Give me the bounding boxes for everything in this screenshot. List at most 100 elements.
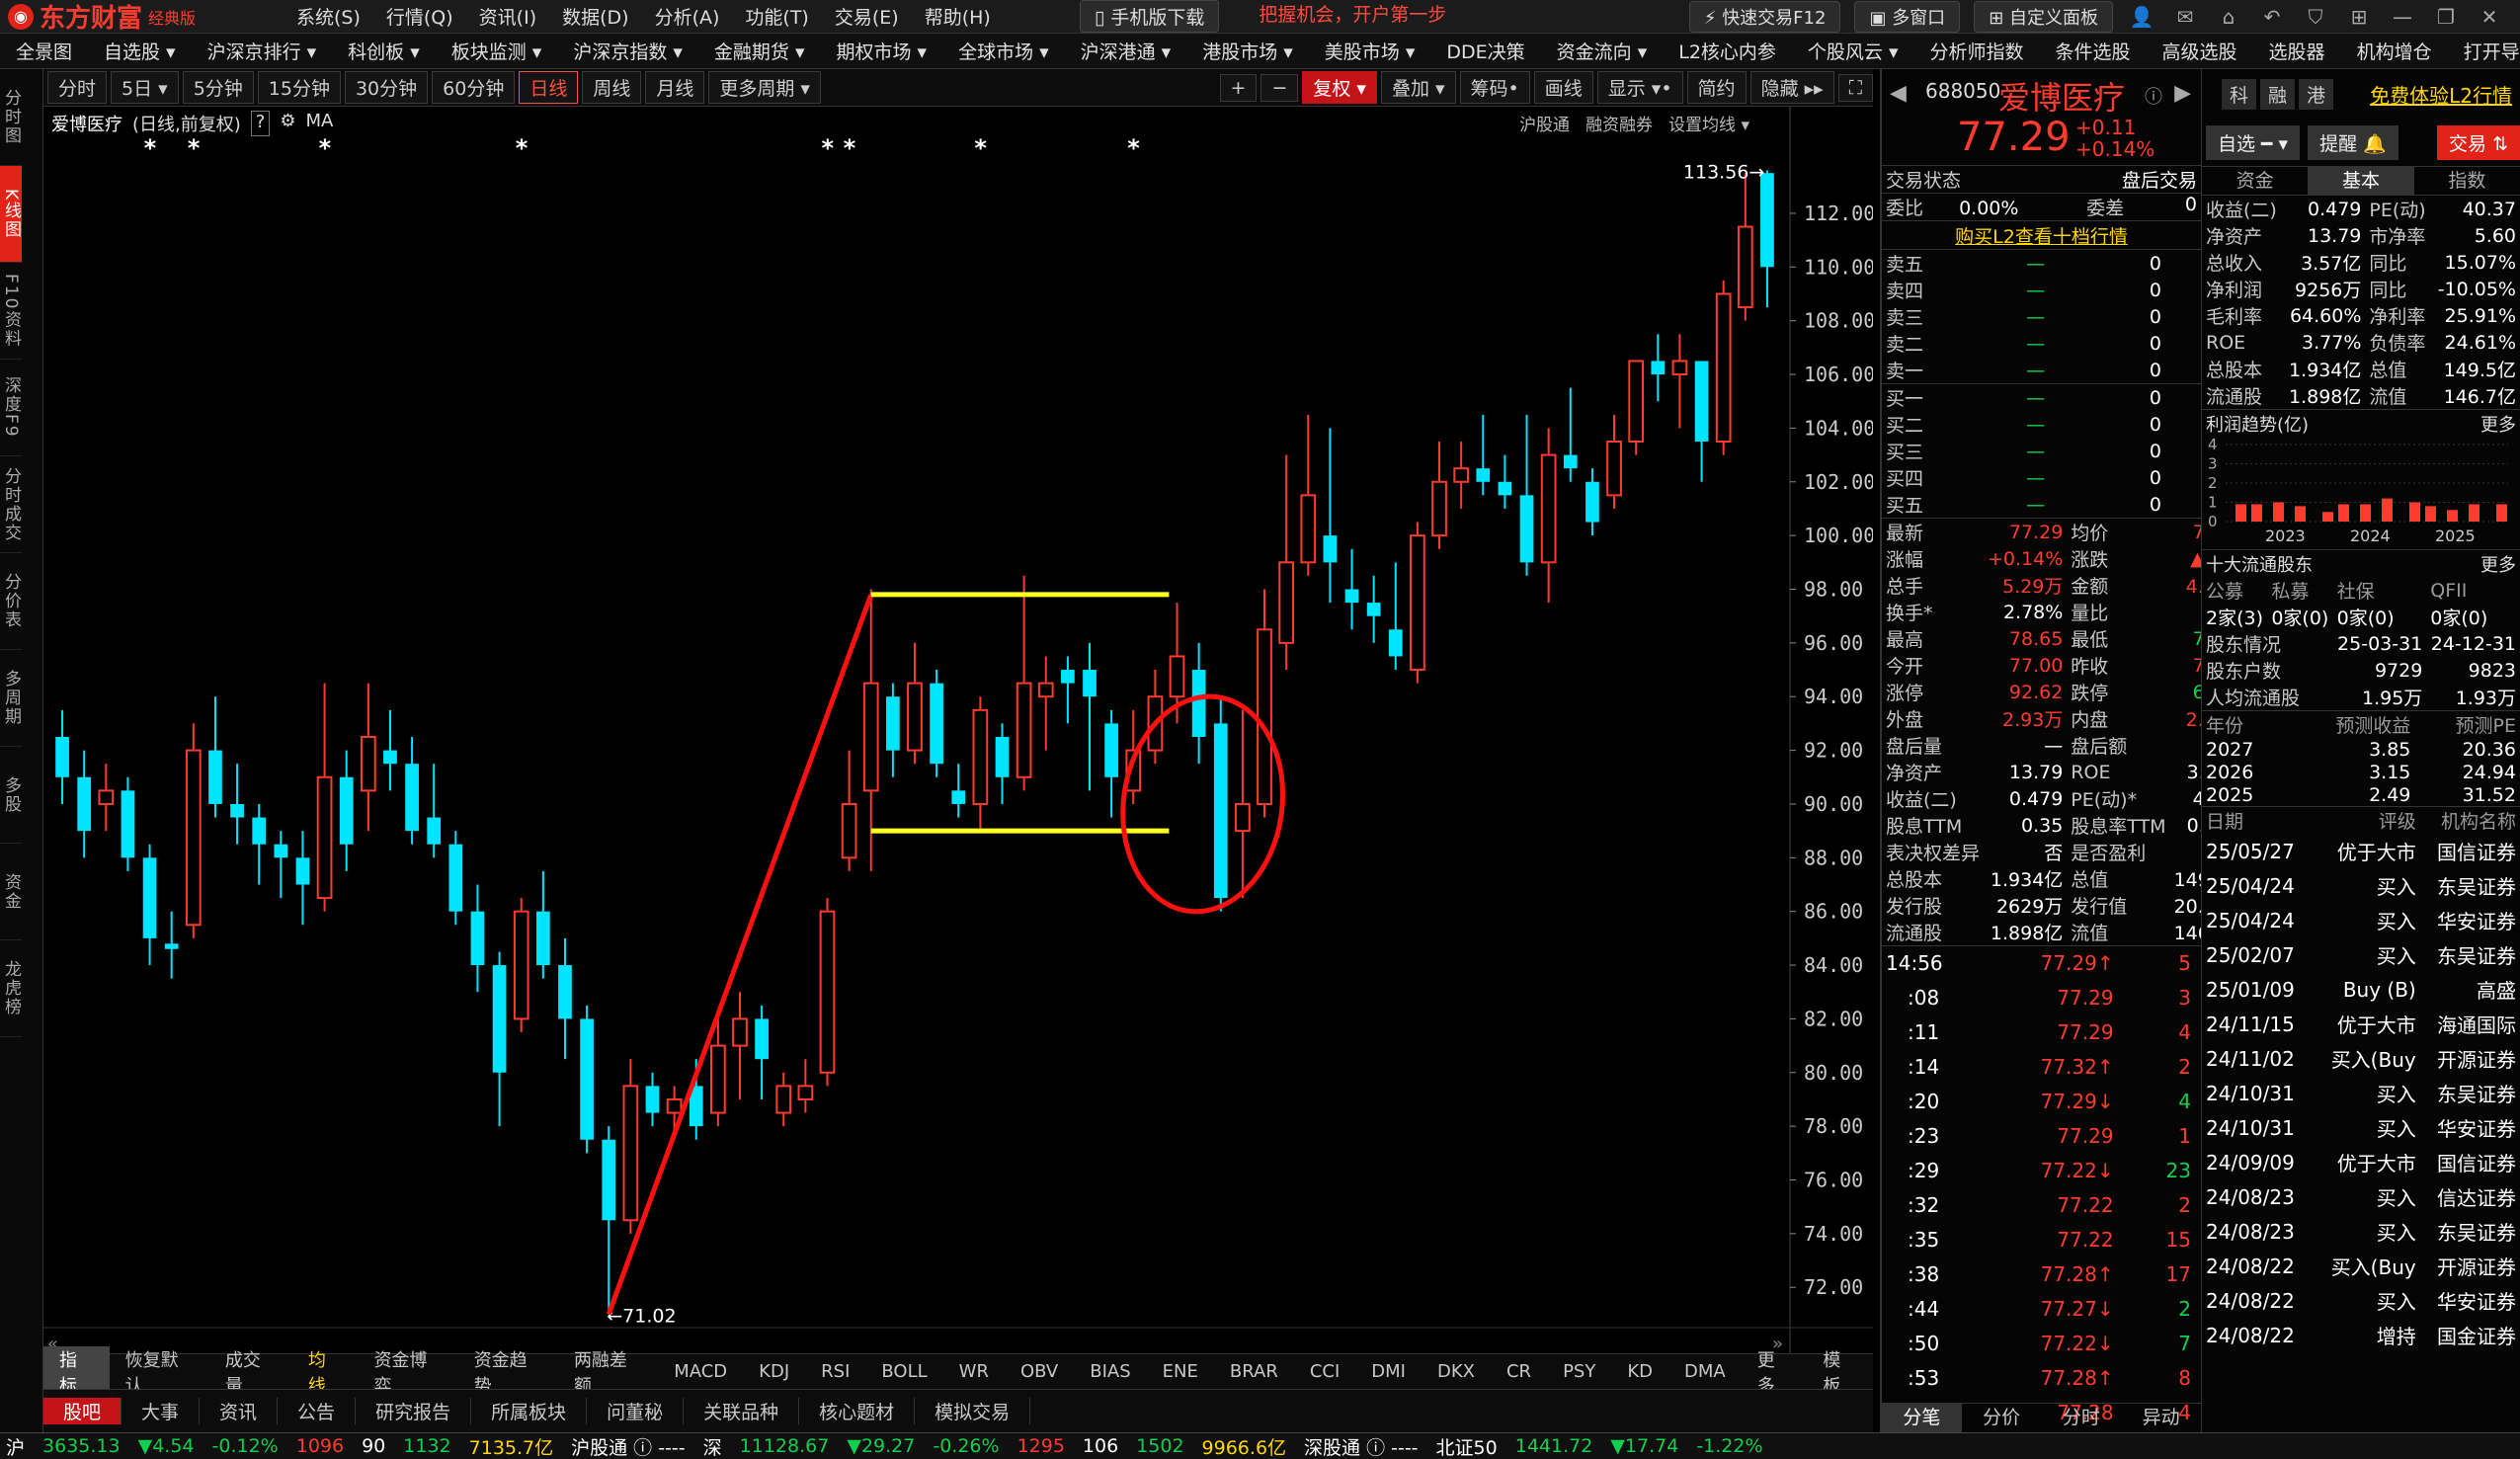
info-icon[interactable]: ⓘ bbox=[2145, 83, 2162, 109]
bottom-tab-4[interactable]: 研究报告 bbox=[356, 1398, 472, 1424]
fund-tab-1[interactable]: 基本 bbox=[2308, 167, 2414, 195]
bottom-tab-2[interactable]: 资讯 bbox=[200, 1398, 279, 1424]
market-btn-2[interactable]: 港 bbox=[2299, 78, 2334, 110]
chart-tool-7[interactable]: 简约 bbox=[1686, 71, 1747, 104]
nav-item-12[interactable]: DDE决策 bbox=[1430, 38, 1540, 64]
tick-tab-1[interactable]: 分价 bbox=[1962, 1404, 2042, 1432]
indicator-tab-21[interactable]: KD bbox=[1611, 1361, 1668, 1382]
indicator-tab-15[interactable]: BRAR bbox=[1214, 1361, 1294, 1382]
fund-tab-0[interactable]: 资金 bbox=[2202, 167, 2308, 195]
nav-item-2[interactable]: 沪深京排行 ▾ bbox=[192, 38, 333, 64]
nav-item-6[interactable]: 金融期货 ▾ bbox=[698, 38, 821, 64]
restore-icon[interactable]: ❐ bbox=[2431, 5, 2461, 29]
market-btn-1[interactable]: 融 bbox=[2260, 78, 2296, 110]
rating-row[interactable]: 24/10/31 买入 华安证券 bbox=[2202, 1110, 2520, 1145]
period-tab-9[interactable]: 更多周期 ▾ bbox=[708, 71, 821, 104]
grid-icon[interactable]: ⊞ bbox=[2344, 5, 2374, 29]
sidebar-item-4[interactable]: 分时成交 bbox=[0, 456, 22, 553]
more-link[interactable]: 更多 bbox=[2480, 411, 2516, 437]
alert-button[interactable]: 提醒 🔔 bbox=[2308, 124, 2398, 160]
custom-panel-button[interactable]: ⊞ 自定义面板 bbox=[1974, 0, 2113, 33]
user-icon[interactable]: 👤 bbox=[2127, 5, 2156, 29]
bottom-tab-6[interactable]: 问董秘 bbox=[587, 1398, 685, 1424]
mobile-download-button[interactable]: ▯ 手机版下载 bbox=[1079, 0, 1220, 33]
nav-item-5[interactable]: 沪深京指数 ▾ bbox=[557, 38, 698, 64]
menu-item-3[interactable]: 数据(D) bbox=[562, 3, 628, 30]
rating-row[interactable]: 25/02/07 买入 东吴证券 bbox=[2202, 937, 2520, 972]
indicator-tab-8[interactable]: KDJ bbox=[743, 1361, 805, 1382]
indicator-tab-18[interactable]: DKX bbox=[1422, 1361, 1491, 1382]
fund-tab-2[interactable]: 指数 bbox=[2414, 167, 2520, 195]
bottom-tab-8[interactable]: 核心题材 bbox=[799, 1398, 916, 1424]
chart-link-0[interactable]: 沪股通 bbox=[1519, 111, 1570, 135]
rating-row[interactable]: 24/08/22 买入 华安证券 bbox=[2202, 1283, 2520, 1318]
rating-row[interactable]: 24/08/23 买入 信达证券 bbox=[2202, 1179, 2520, 1214]
bottom-tab-7[interactable]: 关联品种 bbox=[684, 1398, 800, 1424]
sidebar-item-5[interactable]: 分价表 bbox=[0, 553, 22, 650]
sidebar-item-3[interactable]: 深度F9 bbox=[0, 360, 22, 456]
chart-tool-8[interactable]: 隐藏 ▸▸ bbox=[1749, 71, 1834, 104]
trade-button[interactable]: 交易 ⇅ bbox=[2437, 124, 2520, 160]
period-tab-8[interactable]: 月线 bbox=[645, 71, 705, 104]
multi-window-button[interactable]: ▣ 多窗口 bbox=[1854, 0, 1961, 33]
nav-item-13[interactable]: 资金流向 ▾ bbox=[1541, 38, 1664, 64]
indicator-tab-12[interactable]: OBV bbox=[1005, 1361, 1074, 1382]
bottom-tab-5[interactable]: 所属板块 bbox=[471, 1398, 588, 1424]
nav-item-15[interactable]: 个股风云 ▾ bbox=[1792, 38, 1914, 64]
nav-item-4[interactable]: 板块监测 ▾ bbox=[436, 38, 558, 64]
bottom-tab-1[interactable]: 大事 bbox=[122, 1398, 201, 1424]
nav-item-0[interactable]: 全景图 bbox=[0, 38, 88, 64]
nav-item-19[interactable]: 选股器 bbox=[2253, 38, 2341, 64]
indicator-tab-10[interactable]: BOLL bbox=[865, 1361, 942, 1382]
period-tab-0[interactable]: 分时 bbox=[47, 71, 108, 104]
nav-item-9[interactable]: 沪深港通 ▾ bbox=[1065, 38, 1187, 64]
bottom-tab-0[interactable]: 股吧 bbox=[43, 1398, 122, 1424]
bottom-tab-9[interactable]: 模拟交易 bbox=[915, 1398, 1031, 1424]
period-tab-4[interactable]: 30分钟 bbox=[344, 71, 429, 104]
rating-row[interactable]: 25/04/24 买入 华安证券 bbox=[2202, 903, 2520, 937]
candlestick-chart[interactable]: 72.00 74.00 76.00 78.00 80.00 82.00 84.00 86.00… bbox=[43, 107, 1875, 1354]
sidebar-item-0[interactable]: 分时图 bbox=[0, 69, 22, 166]
nav-item-17[interactable]: 条件选股 bbox=[2040, 38, 2147, 64]
nav-item-3[interactable]: 科创板 ▾ bbox=[332, 38, 436, 64]
chart-tool-9[interactable]: ⛶ bbox=[1837, 73, 1873, 102]
chart-tool-0[interactable]: + bbox=[1219, 73, 1258, 102]
nav-item-16[interactable]: 分析师指数 bbox=[1914, 38, 2040, 64]
chart-link-1[interactable]: 融资融券 bbox=[1585, 111, 1653, 135]
menu-item-7[interactable]: 帮助(H) bbox=[925, 3, 991, 30]
rating-row[interactable]: 25/01/09 Buy (B) 高盛 bbox=[2202, 972, 2520, 1007]
watchlist-button[interactable]: 自选 ━ ▾ bbox=[2206, 124, 2301, 160]
period-tab-3[interactable]: 15分钟 bbox=[257, 71, 341, 104]
chart-tool-1[interactable]: − bbox=[1260, 73, 1299, 102]
home-icon[interactable]: ⌂ bbox=[2214, 5, 2243, 29]
rating-row[interactable]: 24/08/23 买入 东吴证券 bbox=[2202, 1214, 2520, 1249]
period-tab-1[interactable]: 5日 ▾ bbox=[111, 71, 179, 104]
close-icon[interactable]: ✕ bbox=[2475, 5, 2504, 29]
l2-banner[interactable]: 购买L2查看十档行情 bbox=[1882, 220, 2201, 250]
menu-item-4[interactable]: 分析(A) bbox=[655, 3, 720, 30]
promo-link[interactable]: 把握机会，开户第一步 bbox=[1259, 0, 1446, 33]
chart-tool-5[interactable]: 画线 bbox=[1533, 71, 1593, 104]
chart-tool-6[interactable]: 显示 ▾• bbox=[1596, 71, 1683, 104]
chart-tool-2[interactable]: 复权 ▾ bbox=[1302, 71, 1377, 104]
free-l2-link[interactable]: 免费体验L2行情 bbox=[2370, 80, 2520, 109]
nav-item-10[interactable]: 港股市场 ▾ bbox=[1186, 38, 1309, 64]
open-nav-link[interactable]: 打开导航 bbox=[2448, 38, 2520, 64]
nav-item-18[interactable]: 高级选股 bbox=[2147, 38, 2253, 64]
indicator-tab-9[interactable]: RSI bbox=[805, 1361, 865, 1382]
mail-icon[interactable]: ✉ bbox=[2170, 5, 2200, 29]
rating-row[interactable]: 24/11/02 买入(Buy 开源证券 bbox=[2202, 1041, 2520, 1076]
rating-row[interactable]: 24/08/22 增持 国金证券 bbox=[2202, 1318, 2520, 1352]
indicator-tab-13[interactable]: BIAS bbox=[1074, 1361, 1146, 1382]
rating-row[interactable]: 24/09/09 优于大市 国信证券 bbox=[2202, 1145, 2520, 1179]
undo-icon[interactable]: ↶ bbox=[2257, 5, 2287, 29]
prev-stock-icon[interactable]: ◀ bbox=[1890, 81, 1907, 106]
sidebar-item-2[interactable]: F10资料 bbox=[0, 263, 22, 360]
chart-tool-3[interactable]: 叠加 ▾ bbox=[1380, 71, 1456, 104]
help-icon[interactable]: ? bbox=[250, 111, 271, 136]
indicator-tab-22[interactable]: DMA bbox=[1668, 1361, 1742, 1382]
menu-item-6[interactable]: 交易(E) bbox=[835, 3, 899, 30]
indicator-tab-16[interactable]: CCI bbox=[1294, 1361, 1355, 1382]
gear-icon[interactable]: ⚙ bbox=[280, 111, 295, 136]
nav-item-14[interactable]: L2核心内参 bbox=[1663, 38, 1792, 64]
